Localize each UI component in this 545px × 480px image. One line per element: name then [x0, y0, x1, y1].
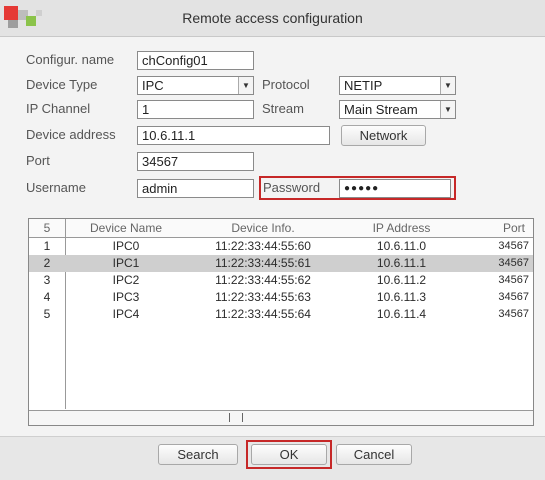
- cancel-button[interactable]: Cancel: [336, 444, 412, 465]
- cell-info: 11:22:33:44:55:61: [215, 256, 311, 270]
- device-address-field[interactable]: 10.6.11.1: [137, 126, 330, 145]
- cell-info: 11:22:33:44:55:63: [215, 290, 311, 304]
- horizontal-scrollbar[interactable]: [29, 410, 533, 425]
- cell-num: 4: [43, 290, 51, 304]
- cell-port: 34567: [498, 274, 529, 286]
- cell-ip: 10.6.11.2: [376, 273, 427, 287]
- port-label: Port: [26, 153, 50, 168]
- device-type-value: IPC: [142, 78, 164, 93]
- cell-num: 5: [43, 307, 51, 321]
- chevron-down-icon[interactable]: ▼: [238, 77, 253, 94]
- stream-select[interactable]: Main Stream ▼: [339, 100, 456, 119]
- protocol-value: NETIP: [344, 78, 383, 93]
- header-device-info[interactable]: Device Info.: [187, 220, 339, 237]
- cell-port: 34567: [498, 308, 529, 320]
- network-button[interactable]: Network: [341, 125, 426, 146]
- device-address-label: Device address: [26, 127, 116, 142]
- stream-label: Stream: [262, 101, 304, 116]
- ok-button[interactable]: OK: [251, 444, 327, 465]
- config-name-field[interactable]: chConfig01: [137, 51, 254, 70]
- scroll-thumb-grip-icon[interactable]: [229, 413, 243, 422]
- cell-port: 34567: [498, 291, 529, 303]
- chevron-down-icon[interactable]: ▼: [440, 101, 455, 118]
- password-label: Password: [263, 180, 321, 195]
- table-header: 5 Device Name Device Info. IP Address Po…: [29, 219, 533, 238]
- stream-value: Main Stream: [344, 102, 418, 117]
- cell-ip: 10.6.11.0: [376, 239, 427, 253]
- cell-info: 11:22:33:44:55:64: [215, 307, 311, 321]
- cell-ip: 10.6.11.1: [376, 256, 427, 270]
- cell-info: 11:22:33:44:55:60: [215, 239, 311, 253]
- password-field[interactable]: ●●●●●: [339, 179, 451, 198]
- ip-channel-label: IP Channel: [26, 101, 91, 116]
- table-row[interactable]: 2 IPC1 11:22:33:44:55:61 10.6.11.1 34567: [29, 255, 533, 272]
- header-port[interactable]: Port: [464, 220, 533, 237]
- username-field[interactable]: admin: [137, 179, 254, 198]
- cell-name: IPC4: [112, 307, 140, 321]
- cell-name: IPC3: [112, 290, 140, 304]
- cell-port: 34567: [498, 257, 529, 269]
- window-title: Remote access configuration: [182, 10, 363, 26]
- cell-num: 3: [43, 273, 51, 287]
- protocol-label: Protocol: [262, 77, 310, 92]
- cell-info: 11:22:33:44:55:62: [215, 273, 311, 287]
- chevron-down-icon[interactable]: ▼: [440, 77, 455, 94]
- cell-ip: 10.6.11.4: [376, 307, 427, 321]
- header-ip-address[interactable]: IP Address: [339, 220, 464, 237]
- header-count: 5: [43, 221, 51, 235]
- config-name-label: Configur. name: [26, 52, 115, 67]
- device-type-select[interactable]: IPC ▼: [137, 76, 254, 95]
- protocol-select[interactable]: NETIP ▼: [339, 76, 456, 95]
- device-type-label: Device Type: [26, 77, 98, 92]
- table-row[interactable]: 3 IPC2 11:22:33:44:55:62 10.6.11.2 34567: [29, 272, 533, 289]
- table-row[interactable]: 4 IPC3 11:22:33:44:55:63 10.6.11.3 34567: [29, 289, 533, 306]
- cell-name: IPC2: [112, 273, 140, 287]
- username-label: Username: [26, 180, 86, 195]
- device-table: 5 Device Name Device Info. IP Address Po…: [28, 218, 534, 426]
- table-row[interactable]: 1 IPC0 11:22:33:44:55:60 10.6.11.0 34567: [29, 238, 533, 255]
- title-bar: Remote access configuration: [0, 0, 545, 37]
- cell-num: 1: [43, 239, 51, 253]
- cell-ip: 10.6.11.3: [376, 290, 427, 304]
- cell-name: IPC1: [112, 256, 140, 270]
- cell-name: IPC0: [112, 239, 140, 253]
- table-row[interactable]: 5 IPC4 11:22:33:44:55:64 10.6.11.4 34567: [29, 306, 533, 323]
- cell-port: 34567: [498, 240, 529, 252]
- header-device-name[interactable]: Device Name: [65, 220, 187, 237]
- cell-num: 2: [43, 256, 51, 270]
- search-button[interactable]: Search: [158, 444, 238, 465]
- ip-channel-field[interactable]: 1: [137, 100, 254, 119]
- port-field[interactable]: 34567: [137, 152, 254, 171]
